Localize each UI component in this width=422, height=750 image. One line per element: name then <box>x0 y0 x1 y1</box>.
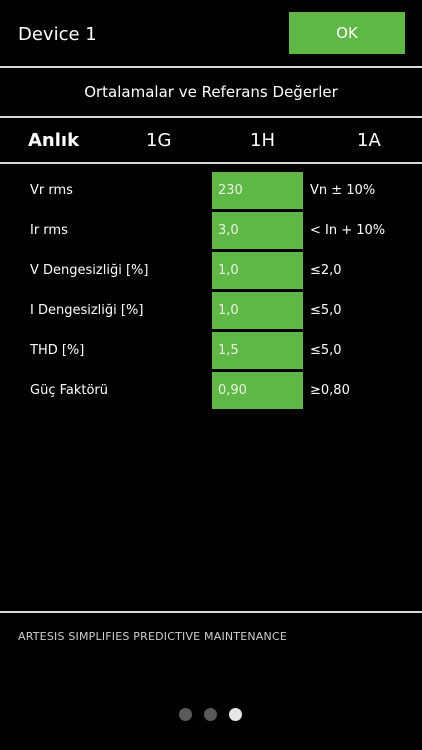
footer-tagline: ARTESIS SIMPLIFIES PREDICTIVE MAINTENANC… <box>18 630 287 643</box>
period-tabs: Anlık 1G 1H 1A <box>0 120 422 162</box>
table-row: THD [%] 1,5 ≤5,0 <box>0 332 422 369</box>
row-label: THD [%] <box>30 343 85 358</box>
page-indicator <box>179 708 245 722</box>
row-reference: ≤2,0 <box>310 263 342 278</box>
tab-1a[interactable]: 1A <box>357 129 381 153</box>
row-value: 0,90 <box>212 372 303 409</box>
tab-1g[interactable]: 1G <box>146 129 171 153</box>
subtitle-divider <box>0 116 422 118</box>
table-row: Vr rms 230 Vn ± 10% <box>0 172 422 209</box>
row-value: 1,0 <box>212 252 303 289</box>
page-dot-2[interactable] <box>204 708 217 721</box>
row-value: 3,0 <box>212 212 303 249</box>
row-value: 1,0 <box>212 292 303 329</box>
row-reference: Vn ± 10% <box>310 183 376 198</box>
row-label: I Dengesizliği [%] <box>30 303 144 318</box>
page-dot-3[interactable] <box>229 708 242 721</box>
device-title: Device 1 <box>18 24 97 45</box>
tab-anlik[interactable]: Anlık <box>28 129 79 153</box>
row-reference: < In + 10% <box>310 223 386 238</box>
table-row: Güç Faktörü 0,90 ≥0,80 <box>0 372 422 409</box>
table-row: I Dengesizliği [%] 1,0 ≤5,0 <box>0 292 422 329</box>
table-row: V Dengesizliği [%] 1,0 ≤2,0 <box>0 252 422 289</box>
section-subtitle: Ortalamalar ve Referans Değerler <box>84 83 338 101</box>
row-reference: ≥0,80 <box>310 383 350 398</box>
row-label: Ir rms <box>30 223 68 238</box>
row-reference: ≤5,0 <box>310 343 342 358</box>
row-reference: ≤5,0 <box>310 303 342 318</box>
row-label: V Dengesizliği [%] <box>30 263 149 278</box>
footer-divider <box>0 611 422 613</box>
tab-1h[interactable]: 1H <box>250 129 275 153</box>
header-bar: Device 1 OK <box>0 0 422 67</box>
page-dot-1[interactable] <box>179 708 192 721</box>
ok-button[interactable]: OK <box>289 12 405 54</box>
table-row: Ir rms 3,0 < In + 10% <box>0 212 422 249</box>
tabs-divider <box>0 162 422 164</box>
row-value: 1,5 <box>212 332 303 369</box>
header-divider <box>0 66 422 68</box>
row-label: Vr rms <box>30 183 73 198</box>
row-label: Güç Faktörü <box>30 383 109 398</box>
row-value: 230 <box>212 172 303 209</box>
